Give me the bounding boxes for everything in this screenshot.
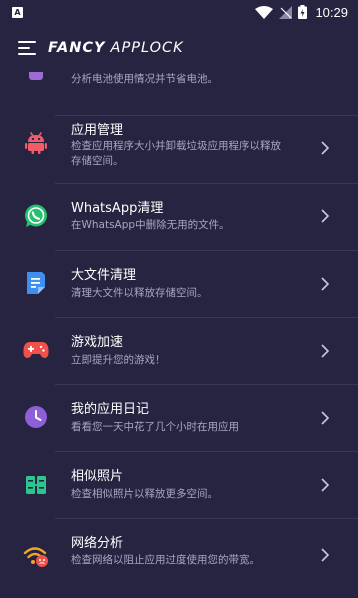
list-item-desc: 看看您一天中花了几个小时在用应用 bbox=[71, 421, 239, 433]
status-bar: A 10:29 bbox=[0, 0, 358, 24]
chevron-right-icon bbox=[321, 344, 330, 358]
list-item-large-files[interactable]: 大文件清理 清理大文件以释放存储空间。 bbox=[0, 250, 358, 318]
list-item-desc: 检查相似照片以释放更多空间。 bbox=[71, 488, 218, 500]
list-item-title: WhatsApp清理 bbox=[71, 201, 164, 216]
list-item-desc: 在WhatsApp中删除无用的文件。 bbox=[71, 219, 230, 231]
list-item-network-analysis[interactable]: 网络分析 检查网络以阻止应用过度使用您的带宽。 bbox=[0, 518, 358, 598]
list-item-title: 相似照片 bbox=[71, 469, 124, 484]
wifi-analysis-icon bbox=[23, 543, 49, 569]
notification-icon: A bbox=[12, 6, 23, 18]
battery-icon bbox=[298, 5, 308, 19]
similar-photos-icon bbox=[23, 472, 49, 498]
list-item-title: 网络分析 bbox=[71, 536, 124, 551]
clock-icon bbox=[23, 404, 49, 430]
list-item-title: 我的应用日记 bbox=[71, 402, 150, 417]
list-item-title: 大文件清理 bbox=[71, 268, 137, 283]
chevron-right-icon bbox=[321, 277, 330, 291]
list-item-app-diary[interactable]: 我的应用日记 看看您一天中花了几个小时在用应用 bbox=[0, 384, 358, 452]
menu-icon[interactable] bbox=[18, 40, 38, 56]
android-icon bbox=[23, 130, 49, 156]
list-item-desc: 分析电池使用情况并节省电池。 bbox=[71, 73, 218, 85]
wifi-icon bbox=[255, 5, 274, 19]
chevron-right-icon bbox=[321, 411, 330, 425]
list-item-title: 应用管理 bbox=[71, 123, 124, 138]
list-item-desc: 立即提升您的游戏！ bbox=[71, 354, 166, 366]
chevron-right-icon bbox=[321, 548, 330, 562]
list-item-title: 游戏加速 bbox=[71, 335, 124, 350]
list-item-game-boost[interactable]: 游戏加速 立即提升您的游戏！ bbox=[0, 317, 358, 385]
list-item-desc: 清理大文件以释放存储空间。 bbox=[71, 287, 208, 299]
chevron-right-icon bbox=[321, 141, 330, 155]
gamepad-icon bbox=[23, 337, 49, 363]
app-title-bold: FANCY bbox=[48, 40, 106, 56]
list-item-desc: 检查应用程序大小并卸载垃圾应用程序以释放存储空间。 bbox=[71, 140, 281, 167]
chevron-right-icon bbox=[321, 209, 330, 223]
list-item-whatsapp-clean[interactable]: WhatsApp清理 在WhatsApp中删除无用的文件。 bbox=[0, 183, 358, 251]
app-title-thin: APPLOCK bbox=[110, 40, 184, 56]
list-item-similar-photos[interactable]: 相似照片 检查相似照片以释放更多空间。 bbox=[0, 451, 358, 519]
feature-list: 分析电池使用情况并节省电池。 应用管理 检查应用程序大小并卸载垃圾应用程序以释放… bbox=[0, 72, 358, 598]
signal-icon bbox=[279, 5, 293, 19]
battery-saver-icon bbox=[23, 72, 49, 84]
list-item-battery[interactable]: 分析电池使用情况并节省电池。 bbox=[0, 72, 358, 116]
list-item-desc: 检查网络以阻止应用过度使用您的带宽。 bbox=[71, 554, 260, 566]
status-time: 10:29 bbox=[315, 4, 348, 20]
chevron-right-icon bbox=[321, 478, 330, 492]
app-header: FANCY APPLOCK bbox=[0, 24, 358, 72]
list-item-app-manager[interactable]: 应用管理 检查应用程序大小并卸载垃圾应用程序以释放存储空间。 bbox=[0, 116, 358, 184]
whatsapp-icon bbox=[23, 203, 49, 229]
document-icon bbox=[23, 270, 49, 296]
app-title: FANCY APPLOCK bbox=[48, 40, 184, 56]
